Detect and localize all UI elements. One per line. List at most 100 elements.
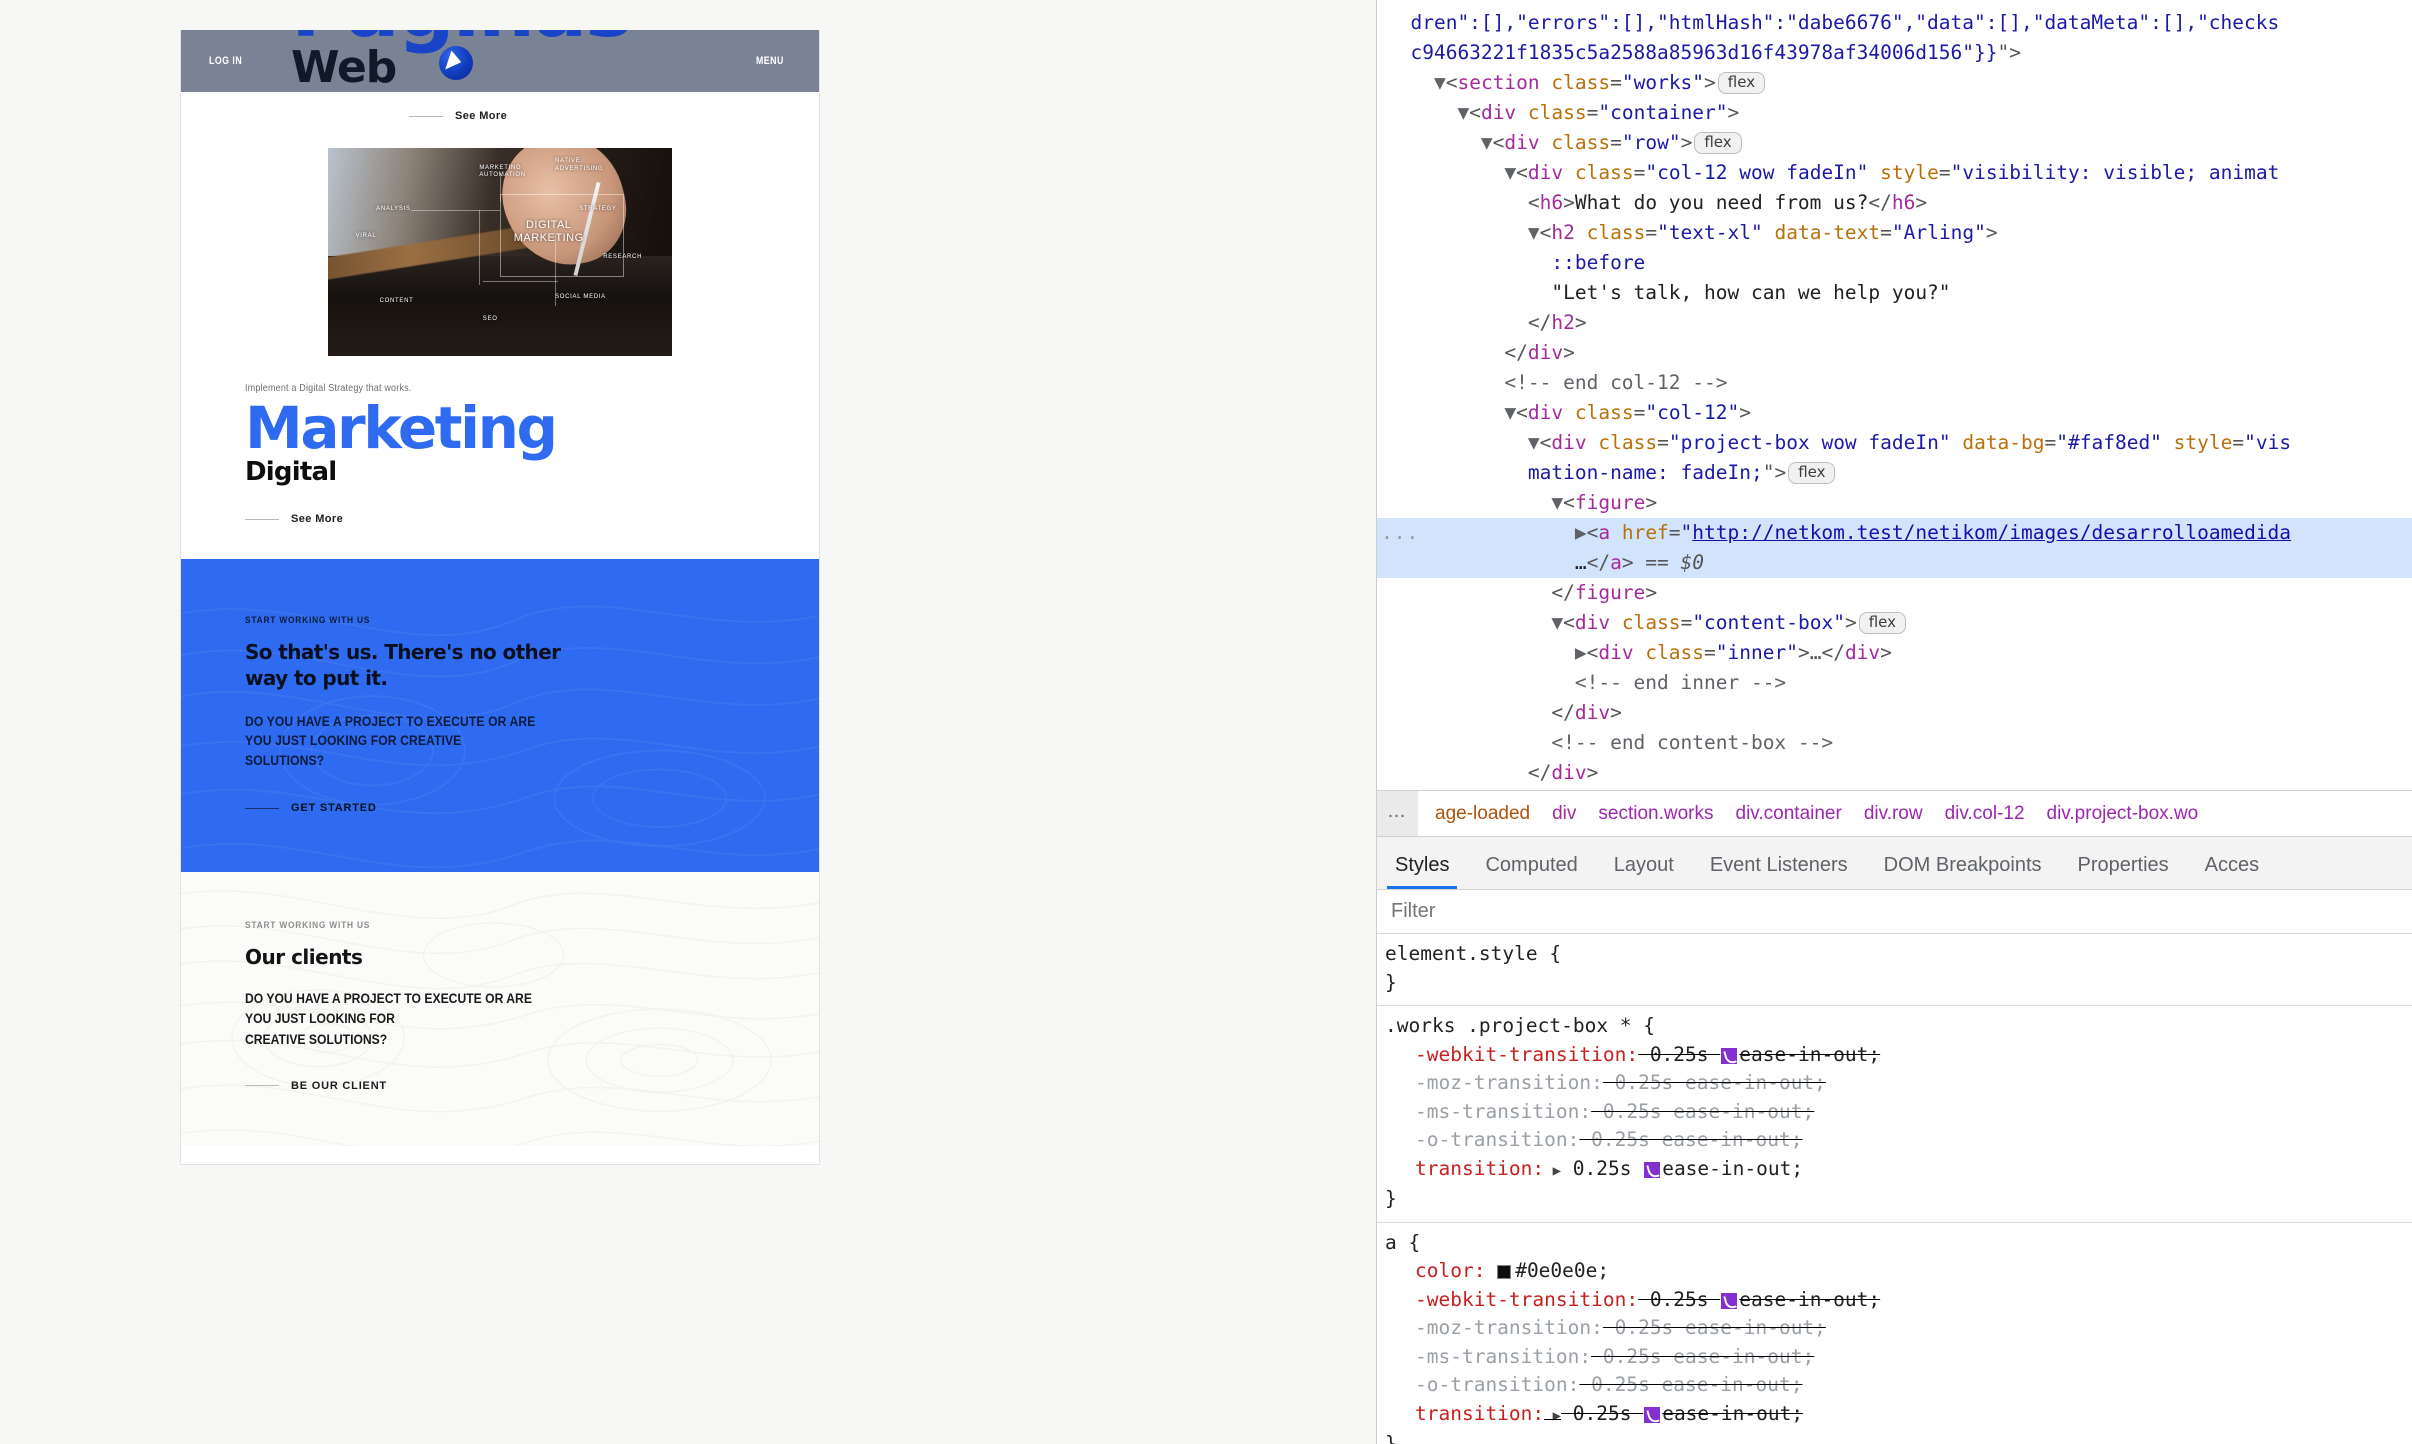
css-property-name[interactable]: -webkit-transition: [1385, 1286, 1638, 1315]
chevron-right-icon[interactable]: ▶ [1544, 1163, 1561, 1179]
css-property-name[interactable]: -ms-transition: [1385, 1098, 1591, 1127]
header-menu-button[interactable]: MENU [756, 55, 784, 67]
css-declaration[interactable]: -moz-transition: 0.25s ease-in-out; [1385, 1314, 2412, 1343]
dom-node-row[interactable]: ▶<div class="inner">…</div> [1377, 638, 2412, 668]
chevron-down-icon[interactable]: ▼ [1528, 431, 1540, 454]
dom-node-row[interactable]: ▼<div class="col-12"> [1377, 398, 2412, 428]
dom-node-row[interactable]: ... ▶<a href="http://netkom.test/netikom… [1377, 518, 2412, 548]
css-declaration[interactable]: transition: ▶ 0.25s ease-in-out; [1385, 1155, 2412, 1186]
flex-badge[interactable]: flex [1717, 72, 1766, 94]
flex-badge[interactable]: flex [1694, 132, 1742, 154]
css-property-value[interactable]: ease-in-out; [1739, 1043, 1880, 1066]
breadcrumb[interactable]: … age-loaded div section.works div.containe… [1377, 790, 2412, 836]
flex-badge[interactable]: flex [1858, 612, 1906, 634]
dom-node-row[interactable]: ::before [1377, 248, 2412, 278]
dom-node-row[interactable]: </figure> [1377, 578, 2412, 608]
dom-node-row[interactable]: </div> [1377, 698, 2412, 728]
see-more-top-link[interactable]: See More [181, 110, 819, 122]
css-property-name[interactable]: -o-transition: [1385, 1371, 1579, 1400]
dom-node-row[interactable]: c94663221f1835c5a2588a85963d16f43978af34… [1377, 38, 2412, 68]
dom-node-row[interactable]: <!-- end content-box --> [1377, 728, 2412, 758]
css-declaration[interactable]: -moz-transition: 0.25s ease-in-out; [1385, 1069, 2412, 1098]
css-property-name[interactable]: -o-transition: [1385, 1126, 1579, 1155]
dom-node-row[interactable]: ▼<div class="col-12 wow fadeIn" style="v… [1377, 158, 2412, 188]
dom-tree-view[interactable]: dren":[],"errors":[],"htmlHash":"dabe667… [1377, 0, 2412, 790]
chevron-down-icon[interactable]: ▼ [1457, 101, 1469, 124]
css-property-value[interactable]: ease-in-out; [1662, 1157, 1803, 1180]
chevron-down-icon[interactable]: ▼ [1434, 71, 1446, 94]
dom-node-row[interactable]: </div> [1377, 338, 2412, 368]
css-property-name[interactable]: -moz-transition: [1385, 1314, 1603, 1343]
css-property-value[interactable]: 0.25s [1650, 1288, 1720, 1311]
get-started-button[interactable]: GET STARTED [245, 802, 819, 814]
be-our-client-button[interactable]: BE OUR CLIENT [245, 1080, 819, 1092]
css-selector[interactable]: .works .project-box * { [1385, 1012, 2412, 1041]
easing-curve-icon[interactable] [1721, 1292, 1738, 1309]
breadcrumb-item[interactable]: age-loaded [1424, 803, 1541, 824]
css-property-value[interactable]: 0.25s [1650, 1043, 1720, 1066]
css-property-name[interactable]: transition: [1385, 1155, 1544, 1184]
css-selector[interactable]: a { [1385, 1229, 2412, 1258]
tab-event-listeners[interactable]: Event Listeners [1692, 855, 1866, 889]
chevron-down-icon[interactable]: ▼ [1551, 611, 1563, 634]
css-selector[interactable]: element.style { [1385, 940, 2412, 969]
css-property-name[interactable]: color: [1385, 1257, 1485, 1286]
css-property-value[interactable]: 0.25s ease-in-out; [1615, 1071, 1826, 1094]
chevron-down-icon[interactable]: ▼ [1528, 221, 1540, 244]
css-rule[interactable]: .works .project-box * {-webkit-transitio… [1377, 1006, 2412, 1223]
dom-node-row[interactable]: ▼<div class="content-box"> flex [1377, 608, 2412, 638]
header-login-link[interactable]: LOG IN [209, 55, 242, 67]
dom-node-row[interactable]: …</a> == $0 [1377, 548, 2412, 578]
css-declaration[interactable]: -o-transition: 0.25s ease-in-out; [1385, 1126, 2412, 1155]
styles-pane[interactable]: element.style {} .works .project-box * {-… [1377, 934, 2412, 1444]
dom-node-row[interactable]: ▼<div class="project-box wow fadeIn" dat… [1377, 428, 2412, 458]
easing-curve-icon[interactable] [1721, 1047, 1738, 1064]
flex-badge[interactable]: flex [1788, 462, 1836, 484]
dom-node-row[interactable]: <h6>What do you need from us?</h6> [1377, 188, 2412, 218]
chevron-right-icon[interactable]: ▶ [1575, 641, 1587, 664]
dom-node-row[interactable]: </h2> [1377, 308, 2412, 338]
dom-node-row[interactable]: ▼<div class="row"> flex [1377, 128, 2412, 158]
css-property-value[interactable]: 0.25s [1573, 1157, 1643, 1180]
css-rule[interactable]: element.style {} [1377, 934, 2412, 1006]
css-property-value[interactable]: ease-in-out; [1739, 1288, 1880, 1311]
css-declaration[interactable]: -webkit-transition: 0.25s ease-in-out; [1385, 1041, 2412, 1070]
css-declaration[interactable]: -ms-transition: 0.25s ease-in-out; [1385, 1343, 2412, 1372]
css-property-value[interactable]: 0.25s ease-in-out; [1591, 1128, 1802, 1151]
css-property-value[interactable]: 0.25s ease-in-out; [1615, 1316, 1826, 1339]
tab-layout[interactable]: Layout [1596, 855, 1692, 889]
css-declaration[interactable]: transition: ▶ 0.25s ease-in-out; [1385, 1400, 2412, 1431]
dom-node-row[interactable]: mation-name: fadeIn;"> flex [1377, 458, 2412, 488]
css-declaration[interactable]: -o-transition: 0.25s ease-in-out; [1385, 1371, 2412, 1400]
color-swatch-icon[interactable] [1497, 1265, 1512, 1279]
easing-curve-icon[interactable] [1644, 1406, 1661, 1423]
css-declaration[interactable]: -webkit-transition: 0.25s ease-in-out; [1385, 1286, 2412, 1315]
css-declaration[interactable]: -ms-transition: 0.25s ease-in-out; [1385, 1098, 2412, 1127]
css-property-value[interactable]: 0.25s ease-in-out; [1603, 1345, 1814, 1368]
chevron-down-icon[interactable]: ▼ [1551, 491, 1563, 514]
css-property-name[interactable]: -webkit-transition: [1385, 1041, 1638, 1070]
css-property-value[interactable]: #0e0e0e; [1515, 1259, 1609, 1282]
tab-properties[interactable]: Properties [2060, 855, 2187, 889]
css-property-name[interactable]: -ms-transition: [1385, 1343, 1591, 1372]
tab-computed[interactable]: Computed [1467, 855, 1595, 889]
css-property-name[interactable]: transition: [1385, 1400, 1544, 1429]
chevron-down-icon[interactable]: ▼ [1504, 401, 1516, 424]
dom-node-row[interactable]: ▼<h2 class="text-xl" data-text="Arling"> [1377, 218, 2412, 248]
css-property-value[interactable]: ease-in-out; [1662, 1402, 1803, 1425]
dom-node-row[interactable]: </div> [1377, 758, 2412, 788]
css-property-value[interactable]: 0.25s ease-in-out; [1591, 1373, 1802, 1396]
dom-node-row[interactable]: ▼<figure> [1377, 488, 2412, 518]
dom-node-row[interactable]: ▼<section class="works"> flex [1377, 68, 2412, 98]
breadcrumb-item[interactable]: div.project-box.wo [2036, 803, 2210, 824]
dom-node-row[interactable]: ▼<div class="container"> [1377, 98, 2412, 128]
chevron-down-icon[interactable]: ▼ [1481, 131, 1493, 154]
dom-node-row[interactable]: "Let's talk, how can we help you?" [1377, 278, 2412, 308]
chevron-right-icon[interactable]: ▶ [1544, 1408, 1561, 1424]
breadcrumb-item[interactable]: div.row [1853, 803, 1934, 824]
dom-node-row[interactable]: <!-- end inner --> [1377, 668, 2412, 698]
tab-styles[interactable]: Styles [1377, 855, 1467, 889]
tab-acces[interactable]: Acces [2187, 855, 2277, 889]
easing-curve-icon[interactable] [1644, 1161, 1661, 1178]
tab-dom-breakpoints[interactable]: DOM Breakpoints [1866, 855, 2060, 889]
